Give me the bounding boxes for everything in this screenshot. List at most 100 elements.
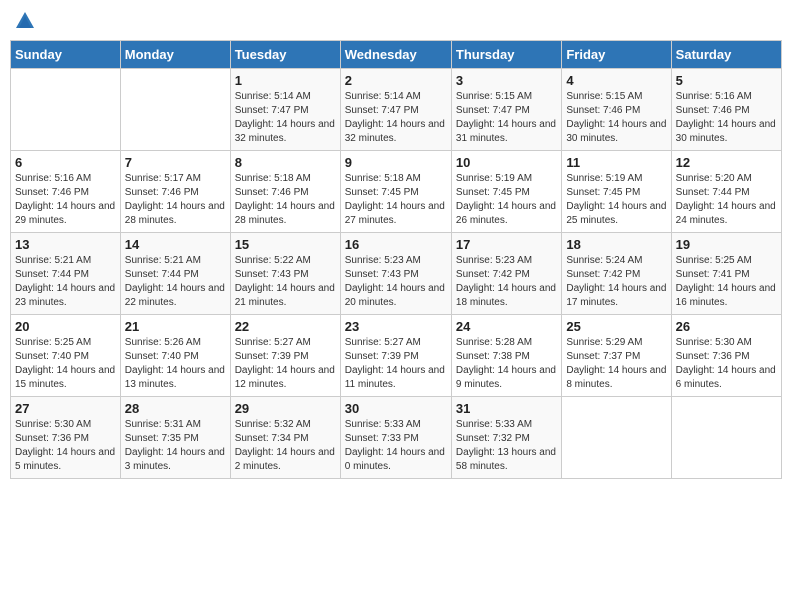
week-row-1: 1 Sunrise: 5:14 AM Sunset: 7:47 PM Daylig… bbox=[11, 69, 782, 151]
calendar-cell: 14 Sunrise: 5:21 AM Sunset: 7:44 PM Dayli… bbox=[120, 233, 230, 315]
day-number: 5 bbox=[676, 73, 777, 88]
day-number: 31 bbox=[456, 401, 557, 416]
day-info: Sunrise: 5:18 AM Sunset: 7:45 PM Dayligh… bbox=[345, 172, 447, 228]
day-number: 26 bbox=[676, 319, 777, 334]
week-row-2: 6 Sunrise: 5:16 AM Sunset: 7:46 PM Daylig… bbox=[11, 151, 782, 233]
day-info: Sunrise: 5:27 AM Sunset: 7:39 PM Dayligh… bbox=[235, 336, 336, 392]
day-number: 14 bbox=[125, 237, 226, 252]
calendar-cell: 9 Sunrise: 5:18 AM Sunset: 7:45 PM Daylig… bbox=[340, 151, 451, 233]
calendar-cell: 16 Sunrise: 5:23 AM Sunset: 7:43 PM Dayli… bbox=[340, 233, 451, 315]
column-header-monday: Monday bbox=[120, 41, 230, 69]
day-info: Sunrise: 5:25 AM Sunset: 7:40 PM Dayligh… bbox=[15, 336, 116, 392]
logo-icon bbox=[14, 10, 36, 32]
day-number: 13 bbox=[15, 237, 116, 252]
day-number: 6 bbox=[15, 155, 116, 170]
day-info: Sunrise: 5:20 AM Sunset: 7:44 PM Dayligh… bbox=[676, 172, 777, 228]
day-info: Sunrise: 5:16 AM Sunset: 7:46 PM Dayligh… bbox=[15, 172, 116, 228]
calendar-cell: 15 Sunrise: 5:22 AM Sunset: 7:43 PM Dayli… bbox=[230, 233, 340, 315]
calendar-cell: 30 Sunrise: 5:33 AM Sunset: 7:33 PM Dayli… bbox=[340, 397, 451, 479]
calendar-table: SundayMondayTuesdayWednesdayThursdayFrid… bbox=[10, 40, 782, 479]
day-info: Sunrise: 5:27 AM Sunset: 7:39 PM Dayligh… bbox=[345, 336, 447, 392]
day-info: Sunrise: 5:31 AM Sunset: 7:35 PM Dayligh… bbox=[125, 418, 226, 474]
day-info: Sunrise: 5:23 AM Sunset: 7:43 PM Dayligh… bbox=[345, 254, 447, 310]
day-info: Sunrise: 5:18 AM Sunset: 7:46 PM Dayligh… bbox=[235, 172, 336, 228]
calendar-cell: 24 Sunrise: 5:28 AM Sunset: 7:38 PM Dayli… bbox=[451, 315, 561, 397]
day-number: 17 bbox=[456, 237, 557, 252]
day-number: 15 bbox=[235, 237, 336, 252]
calendar-cell: 18Sunrise: 5:24 AM Sunset: 7:42 PM Dayli… bbox=[562, 233, 671, 315]
calendar-cell: 6 Sunrise: 5:16 AM Sunset: 7:46 PM Daylig… bbox=[11, 151, 121, 233]
calendar-cell: 22Sunrise: 5:27 AM Sunset: 7:39 PM Dayli… bbox=[230, 315, 340, 397]
calendar-cell: 4Sunrise: 5:15 AM Sunset: 7:46 PM Daylig… bbox=[562, 69, 671, 151]
day-number: 3 bbox=[456, 73, 557, 88]
calendar-cell: 3 Sunrise: 5:15 AM Sunset: 7:47 PM Daylig… bbox=[451, 69, 561, 151]
logo bbox=[14, 10, 38, 32]
day-info: Sunrise: 5:16 AM Sunset: 7:46 PM Dayligh… bbox=[676, 90, 777, 146]
calendar-cell: 19Sunrise: 5:25 AM Sunset: 7:41 PM Dayli… bbox=[671, 233, 781, 315]
calendar-cell: 27Sunrise: 5:30 AM Sunset: 7:36 PM Dayli… bbox=[11, 397, 121, 479]
calendar-header-row: SundayMondayTuesdayWednesdayThursdayFrid… bbox=[11, 41, 782, 69]
day-info: Sunrise: 5:33 AM Sunset: 7:32 PM Dayligh… bbox=[456, 418, 557, 474]
week-row-3: 13 Sunrise: 5:21 AM Sunset: 7:44 PM Dayli… bbox=[11, 233, 782, 315]
page-header bbox=[10, 10, 782, 32]
day-info: Sunrise: 5:15 AM Sunset: 7:47 PM Dayligh… bbox=[456, 90, 557, 146]
day-number: 24 bbox=[456, 319, 557, 334]
day-info: Sunrise: 5:32 AM Sunset: 7:34 PM Dayligh… bbox=[235, 418, 336, 474]
day-number: 2 bbox=[345, 73, 447, 88]
day-info: Sunrise: 5:21 AM Sunset: 7:44 PM Dayligh… bbox=[125, 254, 226, 310]
calendar-cell: 23 Sunrise: 5:27 AM Sunset: 7:39 PM Dayli… bbox=[340, 315, 451, 397]
column-header-wednesday: Wednesday bbox=[340, 41, 451, 69]
day-number: 23 bbox=[345, 319, 447, 334]
calendar-cell: 29 Sunrise: 5:32 AM Sunset: 7:34 PM Dayli… bbox=[230, 397, 340, 479]
day-info: Sunrise: 5:15 AM Sunset: 7:46 PM Dayligh… bbox=[566, 90, 666, 146]
day-info: Sunrise: 5:22 AM Sunset: 7:43 PM Dayligh… bbox=[235, 254, 336, 310]
calendar-cell: 7 Sunrise: 5:17 AM Sunset: 7:46 PM Daylig… bbox=[120, 151, 230, 233]
day-number: 19 bbox=[676, 237, 777, 252]
day-number: 16 bbox=[345, 237, 447, 252]
calendar-cell: 25Sunrise: 5:29 AM Sunset: 7:37 PM Dayli… bbox=[562, 315, 671, 397]
day-number: 9 bbox=[345, 155, 447, 170]
column-header-thursday: Thursday bbox=[451, 41, 561, 69]
day-number: 21 bbox=[125, 319, 226, 334]
day-number: 18 bbox=[566, 237, 666, 252]
day-info: Sunrise: 5:30 AM Sunset: 7:36 PM Dayligh… bbox=[15, 418, 116, 474]
calendar-cell: 17Sunrise: 5:23 AM Sunset: 7:42 PM Dayli… bbox=[451, 233, 561, 315]
day-info: Sunrise: 5:29 AM Sunset: 7:37 PM Dayligh… bbox=[566, 336, 666, 392]
calendar-cell bbox=[671, 397, 781, 479]
calendar-cell: 11 Sunrise: 5:19 AM Sunset: 7:45 PM Dayli… bbox=[562, 151, 671, 233]
calendar-cell: 1 Sunrise: 5:14 AM Sunset: 7:47 PM Daylig… bbox=[230, 69, 340, 151]
calendar-cell: 28 Sunrise: 5:31 AM Sunset: 7:35 PM Dayli… bbox=[120, 397, 230, 479]
column-header-sunday: Sunday bbox=[11, 41, 121, 69]
day-info: Sunrise: 5:14 AM Sunset: 7:47 PM Dayligh… bbox=[235, 90, 336, 146]
week-row-5: 27Sunrise: 5:30 AM Sunset: 7:36 PM Dayli… bbox=[11, 397, 782, 479]
calendar-cell: 26 Sunrise: 5:30 AM Sunset: 7:36 PM Dayli… bbox=[671, 315, 781, 397]
day-number: 1 bbox=[235, 73, 336, 88]
calendar-body: 1 Sunrise: 5:14 AM Sunset: 7:47 PM Daylig… bbox=[11, 69, 782, 479]
calendar-cell: 21 Sunrise: 5:26 AM Sunset: 7:40 PM Dayli… bbox=[120, 315, 230, 397]
day-number: 30 bbox=[345, 401, 447, 416]
calendar-cell: 13 Sunrise: 5:21 AM Sunset: 7:44 PM Dayli… bbox=[11, 233, 121, 315]
day-number: 12 bbox=[676, 155, 777, 170]
day-info: Sunrise: 5:14 AM Sunset: 7:47 PM Dayligh… bbox=[345, 90, 447, 146]
calendar-cell: 20 Sunrise: 5:25 AM Sunset: 7:40 PM Dayli… bbox=[11, 315, 121, 397]
day-info: Sunrise: 5:17 AM Sunset: 7:46 PM Dayligh… bbox=[125, 172, 226, 228]
column-header-friday: Friday bbox=[562, 41, 671, 69]
calendar-cell: 10Sunrise: 5:19 AM Sunset: 7:45 PM Dayli… bbox=[451, 151, 561, 233]
column-header-saturday: Saturday bbox=[671, 41, 781, 69]
week-row-4: 20 Sunrise: 5:25 AM Sunset: 7:40 PM Dayli… bbox=[11, 315, 782, 397]
calendar-cell bbox=[562, 397, 671, 479]
day-info: Sunrise: 5:19 AM Sunset: 7:45 PM Dayligh… bbox=[566, 172, 666, 228]
day-info: Sunrise: 5:30 AM Sunset: 7:36 PM Dayligh… bbox=[676, 336, 777, 392]
day-info: Sunrise: 5:21 AM Sunset: 7:44 PM Dayligh… bbox=[15, 254, 116, 310]
day-info: Sunrise: 5:26 AM Sunset: 7:40 PM Dayligh… bbox=[125, 336, 226, 392]
day-number: 7 bbox=[125, 155, 226, 170]
day-number: 11 bbox=[566, 155, 666, 170]
day-number: 8 bbox=[235, 155, 336, 170]
day-info: Sunrise: 5:33 AM Sunset: 7:33 PM Dayligh… bbox=[345, 418, 447, 474]
day-number: 28 bbox=[125, 401, 226, 416]
day-number: 20 bbox=[15, 319, 116, 334]
calendar-cell: 31 Sunrise: 5:33 AM Sunset: 7:32 PM Dayli… bbox=[451, 397, 561, 479]
day-number: 10 bbox=[456, 155, 557, 170]
day-number: 29 bbox=[235, 401, 336, 416]
day-info: Sunrise: 5:28 AM Sunset: 7:38 PM Dayligh… bbox=[456, 336, 557, 392]
